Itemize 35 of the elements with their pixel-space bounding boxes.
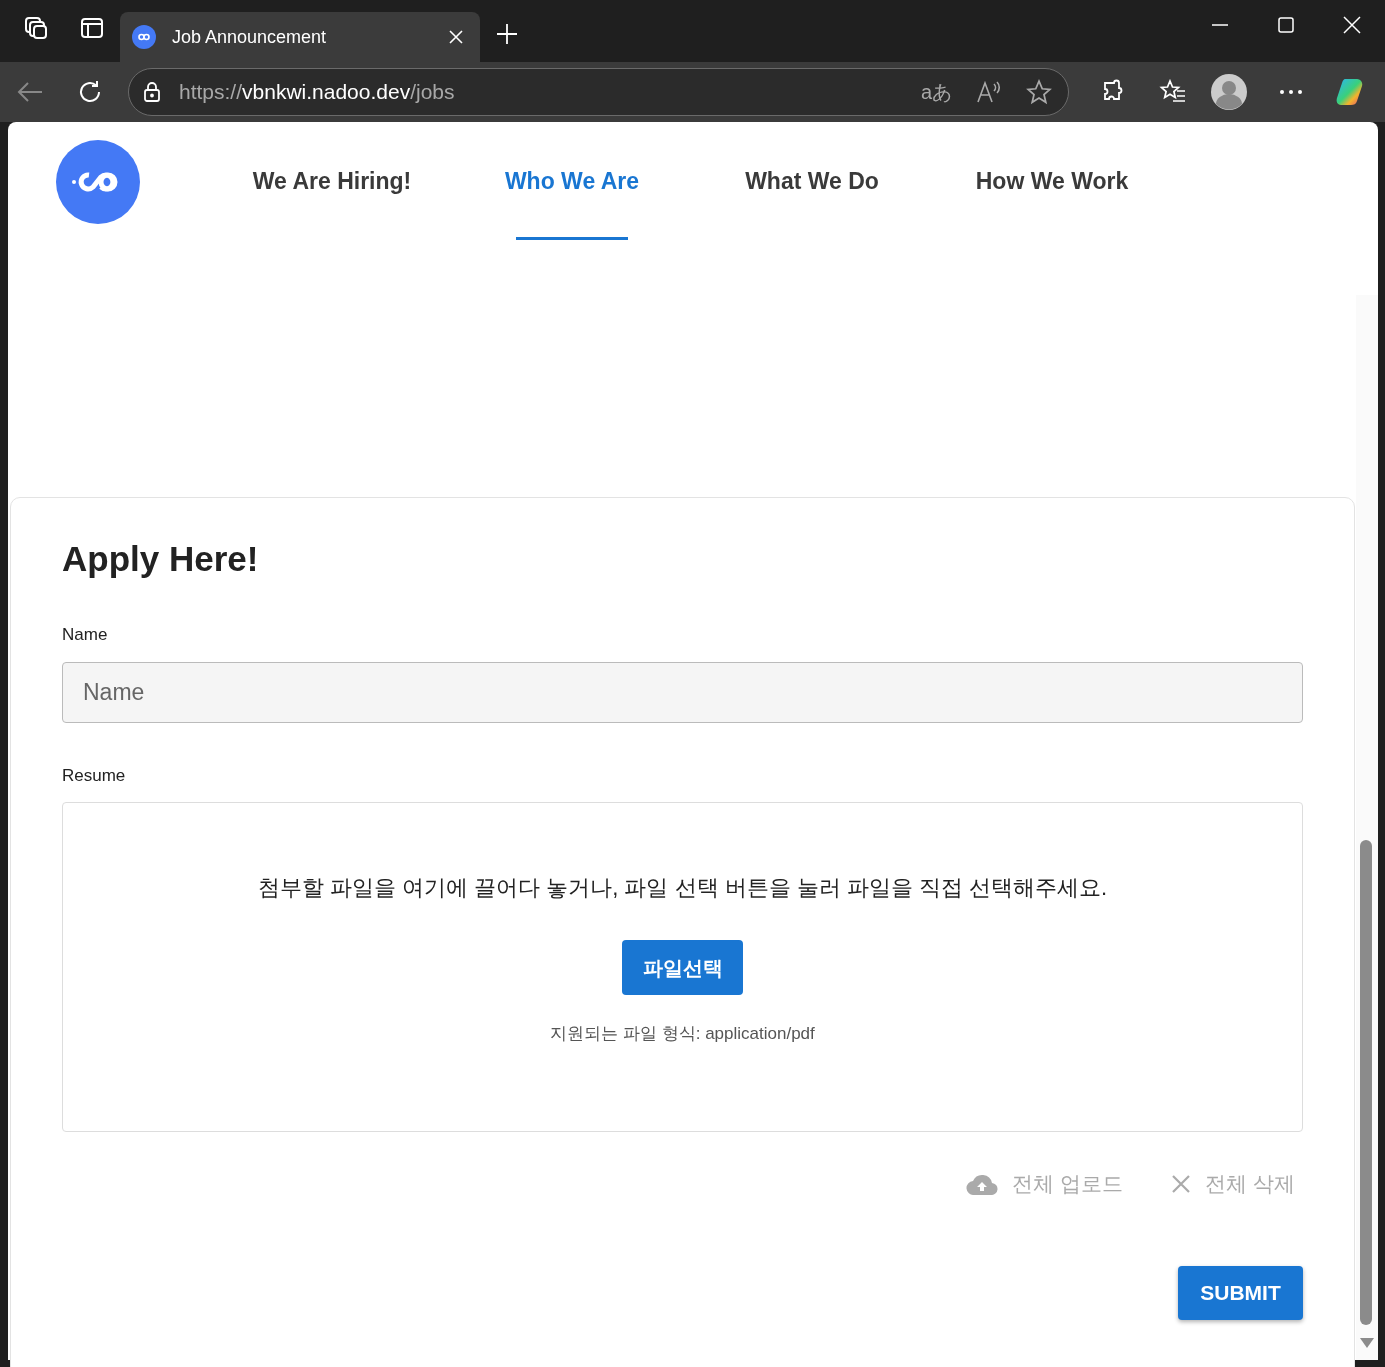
translate-icon[interactable]: aあ xyxy=(920,77,952,107)
back-icon[interactable] xyxy=(16,80,44,104)
nav-link[interactable]: Who We Are xyxy=(452,122,692,240)
tab-title: Job Announcement xyxy=(172,25,328,49)
more-options-icon[interactable] xyxy=(1279,89,1303,95)
nav-link[interactable]: What We Do xyxy=(692,122,932,240)
scrollbar-track[interactable] xyxy=(1356,295,1378,1360)
file-dropzone[interactable]: 첨부할 파일을 여기에 끌어다 놓거나, 파일 선택 버튼을 눌러 파일을 직접 선택해주세요. 파일선택 지원되는 파일 형식: application/pdf xyxy=(62,802,1303,1132)
close-icon xyxy=(1171,1173,1192,1194)
lock-icon xyxy=(141,81,163,103)
maximize-icon[interactable] xyxy=(1277,16,1295,34)
name-input[interactable]: Name xyxy=(62,661,1303,723)
dropzone-instructions: 첨부할 파일을 여기에 끌어다 놓거나, 파일 선택 버튼을 눌러 파일을 직접 선택해주세요. xyxy=(257,874,1108,902)
new-tab-icon[interactable] xyxy=(496,23,518,45)
scrollbar-thumb[interactable] xyxy=(1360,840,1372,1325)
close-tab-icon[interactable] xyxy=(448,29,464,45)
browser-tab[interactable]: Job Announcement xyxy=(120,12,480,62)
cloud-upload-icon xyxy=(966,1172,999,1195)
close-window-icon[interactable] xyxy=(1343,16,1361,34)
profile-avatar-icon[interactable] xyxy=(1211,74,1247,110)
read-aloud-icon[interactable] xyxy=(976,80,1002,104)
nav-link[interactable]: How We Work xyxy=(932,122,1172,240)
field-label: Resume xyxy=(62,764,127,787)
favorite-star-icon[interactable] xyxy=(1026,79,1052,105)
favorites-list-icon[interactable] xyxy=(1159,79,1187,105)
scroll-down-arrow-icon[interactable] xyxy=(1360,1338,1374,1348)
url-text: https://vbnkwi.nadoo.dev/jobs xyxy=(179,79,456,106)
field-label: Name xyxy=(62,624,109,646)
nav-link[interactable]: We Are Hiring! xyxy=(212,122,452,240)
site-favicon-icon xyxy=(132,25,156,49)
supported-formats-text: 지원되는 파일 형식: application/pdf xyxy=(550,1023,815,1045)
choose-file-button[interactable]: 파일선택 xyxy=(622,940,743,995)
submit-button[interactable]: SUBMIT xyxy=(1178,1265,1303,1320)
form-title: Apply Here! xyxy=(62,538,260,580)
address-bar[interactable]: https://vbnkwi.nadoo.dev/jobs aあ xyxy=(128,68,1069,116)
